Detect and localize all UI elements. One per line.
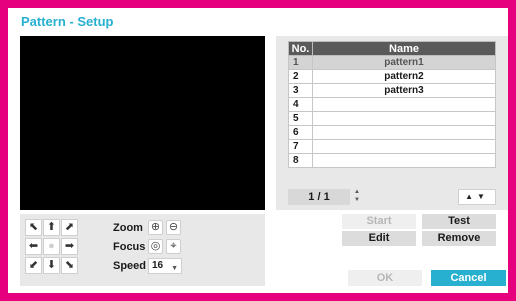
row-name [312,125,496,140]
cancel-button[interactable]: Cancel [431,270,506,286]
row-number: 5 [288,111,313,126]
plus-circle-icon: ⊕ [150,221,161,233]
move-up-icon[interactable]: ▲ [465,192,477,201]
row-name [312,111,496,126]
table-row[interactable]: 8 [288,153,496,168]
pattern-table: No. Name 1 pattern1 2 pattern2 3 pattern… [288,41,496,168]
arrow-right-icon: ➡ [64,240,75,252]
arrow-down-left-icon: ⬋ [28,259,39,271]
arrow-left-icon: ⬅ [28,240,39,252]
focus-far-button[interactable]: ⌖ [166,239,181,254]
row-number: 6 [288,125,313,140]
ok-button[interactable]: OK [348,270,422,286]
page-down-icon[interactable]: ▼ [352,196,362,204]
speed-label: Speed [113,260,147,272]
page-spinner[interactable]: ▲ ▼ [352,188,362,206]
speed-value: 16 [152,260,164,271]
center-dot-icon: ● [48,240,55,252]
test-button[interactable]: Test [422,214,496,229]
focus-near-icon: ◎ [150,240,161,252]
row-number: 4 [288,97,313,112]
zoom-in-button[interactable]: ⊕ [148,220,163,235]
page-indicator: 1 / 1 [288,189,350,205]
table-row[interactable]: 3 pattern3 [288,83,496,98]
row-number: 2 [288,69,313,84]
remove-button[interactable]: Remove [422,231,496,246]
row-name [312,153,496,168]
row-number: 8 [288,153,313,168]
edit-button[interactable]: Edit [342,231,416,246]
table-row[interactable]: 7 [288,139,496,154]
table-row[interactable]: 4 [288,97,496,112]
dialog-title: Pattern - Setup [21,14,114,29]
arrow-down-right-icon: ⬊ [64,259,75,271]
row-name [312,139,496,154]
pan-right-button[interactable]: ➡ [61,238,78,255]
row-name: pattern1 [312,55,496,70]
pan-up-right-button[interactable]: ⬈ [61,219,78,236]
pattern-list-panel: No. Name 1 pattern1 2 pattern2 3 pattern… [276,36,508,210]
arrow-up-left-icon: ⬉ [28,221,39,233]
speed-select[interactable]: 16 ▼ [148,258,182,274]
column-header-name: Name [312,41,496,56]
arrow-down-icon: ⬇ [46,259,57,271]
chevron-down-icon: ▼ [171,265,178,272]
focus-far-icon: ⌖ [170,240,177,252]
pan-down-left-button[interactable]: ⬋ [25,257,42,274]
move-row-buttons: ▲▼ [458,189,496,205]
focus-near-button[interactable]: ◎ [148,239,163,254]
arrow-up-right-icon: ⬈ [64,221,75,233]
row-number: 3 [288,83,313,98]
row-name: pattern3 [312,83,496,98]
table-row[interactable]: 2 pattern2 [288,69,496,84]
row-name: pattern2 [312,69,496,84]
column-header-no: No. [288,41,313,56]
minus-circle-icon: ⊖ [168,221,179,233]
move-down-icon[interactable]: ▼ [477,192,489,201]
ptz-control-panel: ⬉ ⬆ ⬈ ⬅ ● ➡ ⬋ ⬇ ⬊ Zoom Focus Speed ⊕ ⊖ ◎… [20,214,265,286]
table-row[interactable]: 6 [288,125,496,140]
zoom-out-button[interactable]: ⊖ [166,220,181,235]
focus-label: Focus [113,241,146,253]
pan-down-right-button[interactable]: ⬊ [61,257,78,274]
video-preview [20,36,265,210]
row-number: 1 [288,55,313,70]
pattern-setup-dialog: Pattern - Setup No. Name 1 pattern1 2 pa… [8,8,508,293]
pan-down-button[interactable]: ⬇ [43,257,60,274]
zoom-label: Zoom [113,222,143,234]
table-header-row: No. Name [288,41,496,56]
pan-up-left-button[interactable]: ⬉ [25,219,42,236]
table-row[interactable]: 1 pattern1 [288,55,496,70]
page-up-icon[interactable]: ▲ [352,188,362,196]
table-row[interactable]: 5 [288,111,496,126]
row-name [312,97,496,112]
start-recording-button[interactable]: Start recording [342,214,416,242]
pan-up-button[interactable]: ⬆ [43,219,60,236]
row-number: 7 [288,139,313,154]
arrow-up-icon: ⬆ [46,221,57,233]
pan-center-button[interactable]: ● [43,238,60,255]
pan-left-button[interactable]: ⬅ [25,238,42,255]
